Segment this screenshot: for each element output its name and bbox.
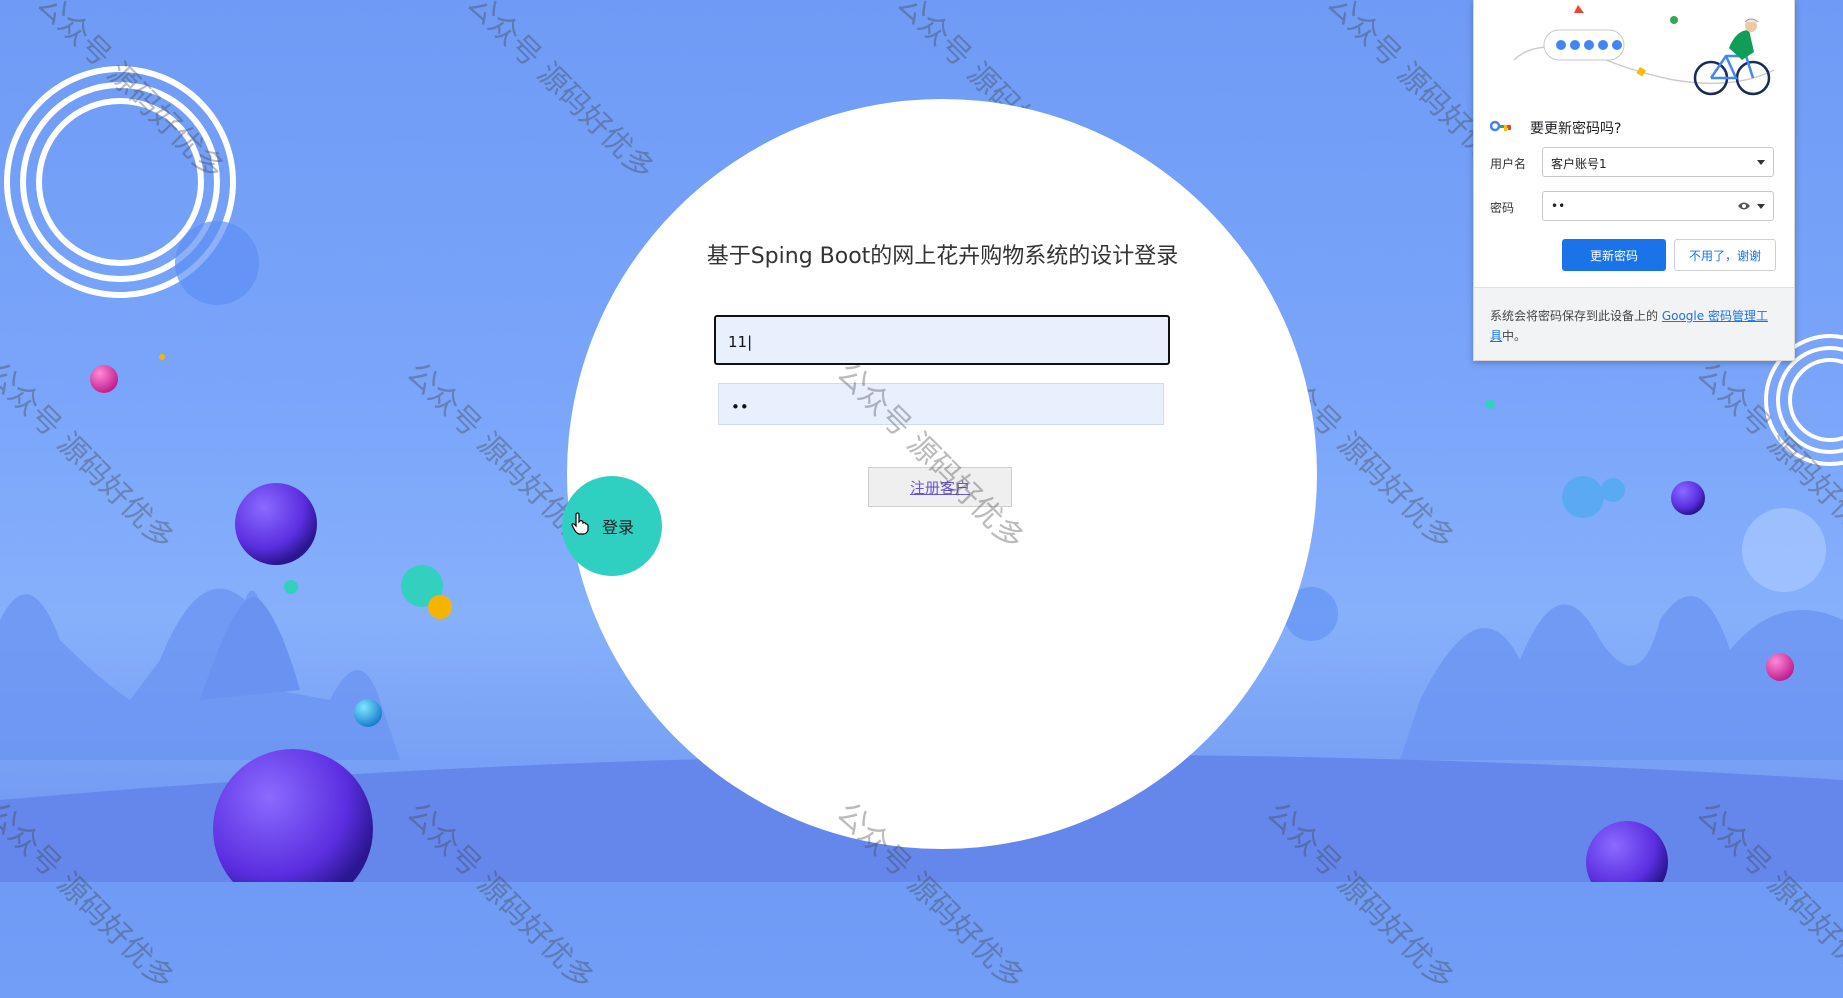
username-value: 11 xyxy=(728,333,748,351)
cyclist-illustration-icon xyxy=(1513,5,1775,96)
password-manager-popup: 要更新密码吗? 用户名 客户账号1 密码 •• 更新密码 不用了，谢谢 系统会将… xyxy=(1473,0,1795,361)
footer-suffix: 中。 xyxy=(1502,329,1527,343)
password-input[interactable]: •• xyxy=(718,383,1164,425)
popup-footer: 系统会将密码保存到此设备上的 Google 密码管理工具中。 xyxy=(1474,287,1794,360)
username-label: 用户名 xyxy=(1490,157,1527,171)
chevron-down-icon[interactable] xyxy=(1757,204,1765,209)
update-password-button[interactable]: 更新密码 xyxy=(1562,239,1666,271)
text-caret: | xyxy=(747,333,753,351)
eye-icon[interactable] xyxy=(1737,201,1751,211)
login-label: 登录 xyxy=(601,518,634,537)
hand-cursor-icon xyxy=(571,512,589,535)
footer-text: 系统会将密码保存到此设备上的 xyxy=(1490,309,1662,323)
username-input[interactable]: 11| xyxy=(714,315,1170,365)
password-value: •• xyxy=(731,398,749,416)
popup-username-select[interactable]: 客户账号1 xyxy=(1542,147,1774,177)
popup-password-field[interactable]: •• xyxy=(1542,191,1774,221)
key-icon xyxy=(1490,120,1511,132)
page-title: 基于Sping Boot的网上花卉购物系统的设计登录 xyxy=(706,244,1179,269)
no-thanks-button[interactable]: 不用了，谢谢 xyxy=(1674,239,1776,271)
password-label: 密码 xyxy=(1490,201,1515,215)
popup-password-value: •• xyxy=(1551,199,1566,213)
popup-username-value: 客户账号1 xyxy=(1551,157,1607,171)
register-button[interactable]: 注册客户 xyxy=(868,467,1012,507)
popup-title: 要更新密码吗? xyxy=(1530,121,1622,137)
chevron-down-icon[interactable] xyxy=(1757,160,1765,165)
